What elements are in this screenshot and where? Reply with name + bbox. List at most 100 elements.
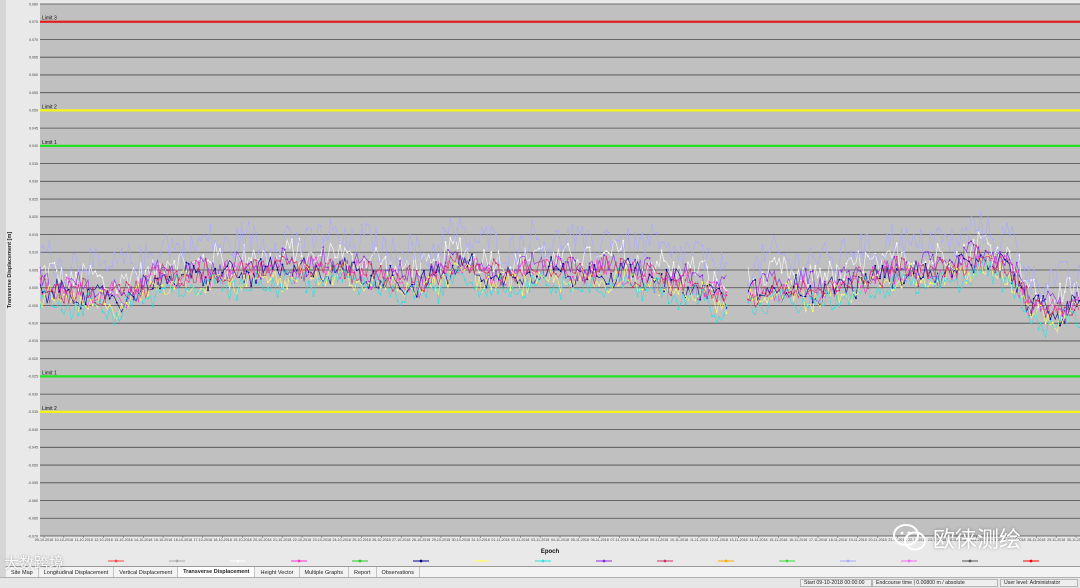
transverse-displacement-chart[interactable]: 0.080 0.075 0.070 0.065 0.060 0.055 0.050 0.045… — [6, 0, 1080, 566]
y-tick-label: 0.080 — [29, 2, 38, 6]
x-tick-label: 17-10-2018 — [194, 538, 212, 542]
x-tick-label: 31-10-2018 — [471, 538, 489, 542]
watermark-right-text: 欧徕测绘 — [933, 528, 1022, 553]
x-tick-label: 17-11-2018 — [809, 538, 827, 542]
limit-label: Limit 2 — [42, 406, 57, 412]
x-tick-label: 11-11-2018 — [690, 538, 708, 542]
x-tick-label: 16-11-2018 — [789, 538, 807, 542]
x-tick-label: 12-10-2018 — [94, 538, 112, 542]
x-tick-label: 19-10-2018 — [233, 538, 251, 542]
application-window: 0.080 0.075 0.070 0.065 0.060 0.055 0.050 0.045… — [0, 0, 1080, 588]
x-tick-label: 15-11-2018 — [769, 538, 787, 542]
x-tick-label: 01-11-2018 — [491, 538, 509, 542]
x-tick-label: 20-10-2018 — [253, 538, 271, 542]
x-tick-label: 07-11-2018 — [610, 538, 628, 542]
limit-label: Limit 3 — [42, 16, 57, 22]
legend-marker — [663, 559, 667, 563]
y-tick-label: 0.015 — [29, 233, 38, 237]
x-tick-label: 03-11-2018 — [531, 538, 549, 542]
x-tick-label: 08-11-2018 — [630, 538, 648, 542]
limit-label: Limit 1 — [42, 370, 57, 376]
y-tick-label: -0.035 — [28, 410, 38, 414]
x-tick-label: 26-10-2018 — [372, 538, 390, 542]
legend-marker — [724, 559, 728, 563]
y-tick-label: -0.025 — [28, 375, 38, 379]
legend-marker — [358, 559, 362, 563]
x-tick-label: 13-10-2018 — [114, 538, 132, 542]
x-tick-label: 02-11-2018 — [511, 538, 529, 542]
legend-marker — [602, 559, 606, 563]
x-tick-label: 20-11-2018 — [868, 538, 886, 542]
x-tick-label: 30-11-2018 — [1067, 538, 1080, 542]
x-tick-label: 24-10-2018 — [332, 538, 350, 542]
legend-marker — [541, 559, 545, 563]
y-tick-label: -0.040 — [28, 428, 38, 432]
x-tick-label: 29-10-2018 — [432, 538, 450, 542]
y-tick-label: 0.065 — [29, 56, 38, 60]
legend-marker — [785, 559, 789, 563]
x-tick-label: 28-11-2018 — [1027, 538, 1045, 542]
x-tick-label: 10-11-2018 — [670, 538, 688, 542]
y-axis-label: Transverse Displacement [m] — [7, 232, 13, 309]
y-tick-label: -0.010 — [28, 322, 38, 326]
x-tick-label: 27-10-2018 — [392, 538, 410, 542]
x-tick-label: 25-10-2018 — [352, 538, 370, 542]
y-tick-label: 0.030 — [29, 180, 38, 184]
x-tick-label: 19-11-2018 — [849, 538, 867, 542]
y-tick-label: 0.075 — [29, 20, 38, 24]
x-tick-label: 18-10-2018 — [213, 538, 231, 542]
legend-marker — [114, 559, 118, 563]
y-tick-label: 0.000 — [29, 286, 38, 290]
x-tick-label: 13-11-2018 — [730, 538, 748, 542]
y-tick-label: -0.045 — [28, 446, 38, 450]
y-tick-label: 0.010 — [29, 251, 38, 255]
x-tick-label: 22-10-2018 — [293, 538, 311, 542]
x-tick-label: 09-11-2018 — [650, 538, 668, 542]
status-endcourse: Endcourse time | 0.00800 m / absolute — [872, 579, 998, 587]
status-user-level: User level: Administrator — [1000, 579, 1078, 587]
y-tick-label: -0.060 — [28, 499, 38, 503]
x-tick-label: 05-11-2018 — [571, 538, 589, 542]
y-tick-label: 0.040 — [29, 144, 38, 148]
y-tick-label: -0.020 — [28, 357, 38, 361]
chart-panel: 0.080 0.075 0.070 0.065 0.060 0.055 0.050 0.045… — [6, 0, 1080, 566]
legend-marker — [907, 559, 911, 563]
x-tick-label: 21-10-2018 — [273, 538, 291, 542]
x-tick-label: 23-10-2018 — [313, 538, 331, 542]
x-tick-label: 14-10-2018 — [134, 538, 152, 542]
y-tick-label: 0.020 — [29, 215, 38, 219]
wechat-icon — [893, 524, 926, 551]
y-tick-label: 0.060 — [29, 73, 38, 77]
x-tick-label: 09-10-2018 — [35, 538, 53, 542]
y-tick-label: 0.035 — [29, 162, 38, 166]
y-tick-label: -0.005 — [28, 304, 38, 308]
x-tick-label: 12-11-2018 — [710, 538, 728, 542]
legend-marker — [968, 559, 972, 563]
status-start: Start 09-10-2018 00:00:00 — [800, 579, 872, 587]
y-tick-label: -0.030 — [28, 392, 38, 396]
x-tick-label: 14-11-2018 — [749, 538, 767, 542]
status-bar: Start 09-10-2018 00:00:00 Endcourse time… — [0, 577, 1080, 588]
legend-marker — [480, 559, 484, 563]
y-tick-label: 0.005 — [29, 268, 38, 272]
legend-marker — [297, 559, 301, 563]
x-tick-label: 16-10-2018 — [174, 538, 192, 542]
y-tick-label: -0.055 — [28, 481, 38, 485]
legend-marker — [1029, 559, 1033, 563]
x-tick-label: 28-10-2018 — [412, 538, 430, 542]
x-tick-label: 11-10-2018 — [75, 538, 93, 542]
x-tick-label: 18-11-2018 — [829, 538, 847, 542]
y-tick-label: 0.045 — [29, 126, 38, 130]
x-tick-label: 29-11-2018 — [1047, 538, 1065, 542]
y-tick-label: 0.070 — [29, 38, 38, 42]
y-tick-label: 0.055 — [29, 91, 38, 95]
legend-marker — [175, 559, 179, 563]
x-tick-label: 30-10-2018 — [452, 538, 470, 542]
x-tick-label: 04-11-2018 — [551, 538, 569, 542]
limit-label: Limit 2 — [42, 104, 57, 110]
y-tick-label: -0.050 — [28, 463, 38, 467]
limit-label: Limit 1 — [42, 140, 57, 146]
watermark-left: 大数跨境 — [4, 551, 64, 573]
x-tick-label: 06-11-2018 — [591, 538, 609, 542]
x-tick-label: 10-10-2018 — [55, 538, 73, 542]
